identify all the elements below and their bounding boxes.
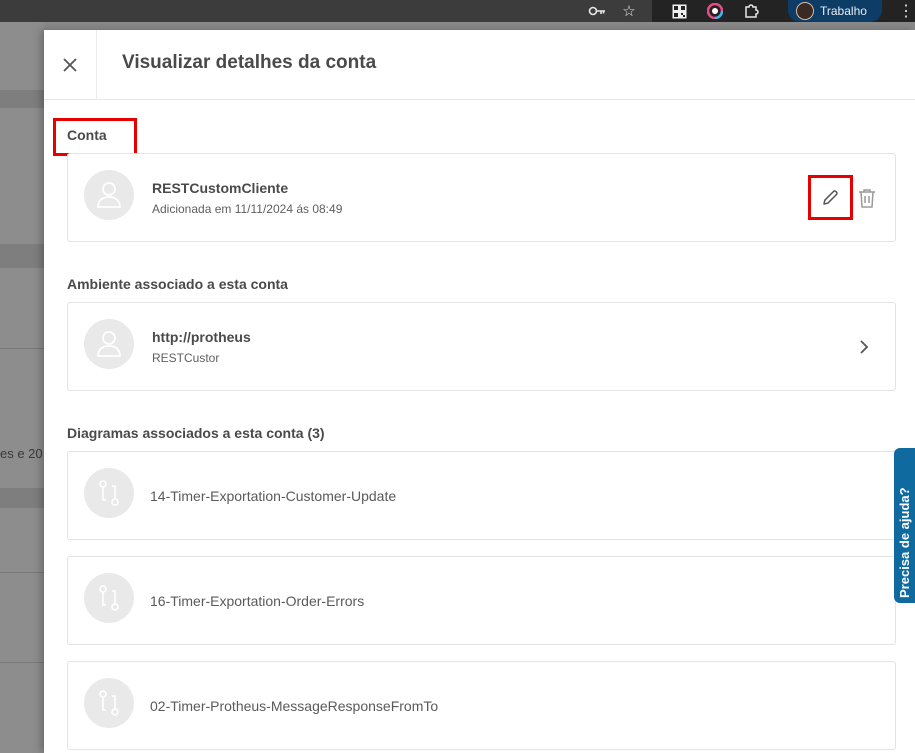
workflow-icon: [84, 678, 134, 728]
account-details-drawer: Visualizar detalhes da conta Conta RESTC…: [44, 30, 915, 753]
close-icon: [63, 58, 77, 72]
diagram-list-item[interactable]: 02-Timer-Protheus-MessageResponseFromTo: [67, 661, 896, 750]
close-button[interactable]: [44, 30, 97, 100]
environment-url: http://protheus: [152, 329, 251, 345]
background-divider: [0, 572, 44, 573]
color-icon[interactable]: [704, 0, 726, 22]
browser-toolbar: ☆ Trabalho ⋮: [0, 0, 915, 22]
workflow-icon: [84, 468, 134, 518]
background-divider: [0, 662, 44, 663]
background-page: [0, 22, 44, 753]
qr-icon[interactable]: [668, 0, 690, 22]
account-added-date: Adicionada em 11/11/2024 ás 08:49: [152, 202, 343, 216]
diagram-name: 16-Timer-Exportation-Order-Errors: [150, 593, 365, 609]
environment-card[interactable]: http://protheus RESTCustor: [67, 302, 896, 391]
drawer-header: Visualizar detalhes da conta: [44, 30, 915, 100]
diagram-name: 02-Timer-Protheus-MessageResponseFromTo: [150, 698, 439, 714]
star-icon[interactable]: ☆: [619, 0, 639, 22]
browser-tab-strip: [0, 0, 652, 22]
profile-button[interactable]: Trabalho: [788, 0, 882, 22]
background-band: [0, 90, 44, 108]
account-name: RESTCustomCliente: [152, 180, 289, 196]
background-divider: [0, 348, 44, 349]
help-tab-label: Precisa de ajuda?: [897, 487, 912, 598]
diagram-list-item[interactable]: 16-Timer-Exportation-Order-Errors: [67, 556, 896, 645]
workflow-icon: [84, 573, 134, 623]
user-avatar-icon: [84, 319, 134, 369]
highlight-box: [53, 118, 137, 156]
background-band: [0, 244, 44, 268]
background-band: [0, 488, 44, 508]
environment-section-label: Ambiente associado a esta conta: [67, 276, 288, 292]
key-icon[interactable]: [586, 0, 608, 22]
highlight-box: [808, 175, 853, 220]
trash-icon: [859, 189, 875, 208]
drawer-title: Visualizar detalhes da conta: [122, 52, 377, 73]
help-tab[interactable]: Precisa de ajuda?: [894, 448, 915, 603]
profile-avatar: [796, 2, 814, 20]
delete-account-button[interactable]: [856, 186, 878, 210]
profile-label: Trabalho: [820, 4, 867, 18]
background-partial-text: es e 20: [0, 446, 43, 461]
account-card: RESTCustomCliente Adicionada em 11/11/20…: [67, 153, 896, 242]
user-avatar-icon: [84, 170, 134, 220]
diagram-list-item[interactable]: 14-Timer-Exportation-Customer-Update: [67, 451, 896, 540]
chevron-right-icon[interactable]: [854, 337, 874, 357]
diagram-name: 14-Timer-Exportation-Customer-Update: [150, 488, 397, 504]
diagrams-section-label: Diagramas associados a esta conta (3): [67, 425, 325, 441]
environment-account-ref: RESTCustor: [152, 351, 220, 365]
extensions-icon[interactable]: [740, 0, 762, 22]
menu-kebab-icon[interactable]: ⋮: [898, 0, 914, 22]
